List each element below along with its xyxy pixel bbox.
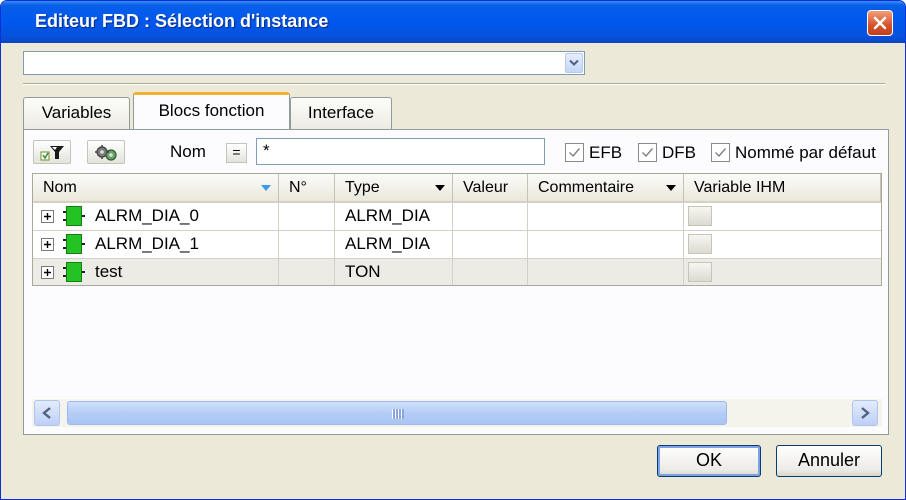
sort-down-icon (261, 185, 271, 191)
settings-button[interactable] (87, 140, 125, 164)
hmi-variable-button[interactable] (688, 234, 712, 254)
plus-icon (44, 241, 51, 248)
combo-dropdown-button[interactable] (565, 53, 583, 73)
efb-label: EFB (589, 143, 623, 162)
scroll-left-button[interactable] (34, 400, 60, 426)
title-bar[interactable]: Editeur FBD : Sélection d'instance (1, 1, 905, 43)
ok-button[interactable]: OK (657, 445, 761, 477)
column-header-commentaire-label: Commentaire (538, 179, 635, 196)
cell-number (279, 231, 335, 258)
expand-button[interactable] (41, 210, 54, 223)
table-row[interactable]: ALRM_DIA_1 ALRM_DIA (33, 231, 881, 259)
column-header-type-label: Type (345, 179, 380, 196)
table-row[interactable]: ALRM_DIA_0 ALRM_DIA (33, 203, 881, 231)
hmi-variable-button[interactable] (688, 262, 712, 282)
column-header-variable-ihm[interactable]: Variable IHM (684, 174, 881, 203)
tab-blocs-fonction-label: Blocs fonction (158, 101, 265, 120)
cell-value (453, 203, 528, 230)
cell-comment (528, 259, 684, 285)
cell-number (279, 203, 335, 230)
expand-button[interactable] (41, 266, 54, 279)
cell-type: TON (335, 259, 453, 285)
column-header-valeur-label: Valeur (463, 179, 509, 196)
table-row[interactable]: test TON (33, 259, 881, 285)
name-filter-input[interactable]: * (256, 138, 545, 165)
column-header-commentaire[interactable]: Commentaire (528, 174, 684, 203)
efb-checkbox[interactable] (565, 143, 584, 162)
filter-icon (40, 146, 64, 161)
function-block-icon (63, 234, 85, 254)
separator (23, 83, 885, 85)
dropdown-arrow-icon (435, 185, 445, 191)
function-block-icon (63, 262, 85, 282)
dfb-label: DFB (662, 143, 696, 162)
tab-interface[interactable]: Interface (290, 97, 392, 129)
default-named-label: Nommé par défaut (735, 143, 876, 162)
cancel-button[interactable]: Annuler (776, 445, 882, 477)
plus-icon (44, 269, 51, 276)
dialog-body: Variables Blocs fonction Interface Nom =… (5, 43, 901, 495)
tab-variables[interactable]: Variables (23, 97, 130, 129)
column-header-valeur[interactable]: Valeur (453, 174, 528, 203)
default-named-checkbox[interactable] (711, 143, 730, 162)
equals-button[interactable]: = (226, 143, 247, 163)
tab-variables-label: Variables (41, 103, 112, 122)
chevron-left-icon (42, 407, 51, 419)
grip-icon (392, 409, 404, 419)
tab-interface-label: Interface (307, 103, 375, 122)
name-filter-label: Nom (170, 142, 206, 161)
cell-name: ALRM_DIA_1 (33, 231, 279, 258)
chevron-right-icon (861, 407, 870, 419)
cell-name: ALRM_DIA_0 (33, 203, 279, 230)
cell-comment (528, 231, 684, 258)
instance-combo[interactable] (23, 51, 585, 75)
cell-variable-ihm (684, 259, 881, 285)
dfb-checkbox[interactable] (638, 143, 657, 162)
horizontal-scrollbar[interactable] (32, 399, 882, 427)
cell-number (279, 259, 335, 285)
hmi-variable-button[interactable] (688, 206, 712, 226)
gears-icon (95, 145, 117, 161)
check-icon (715, 148, 727, 158)
cell-variable-ihm (684, 203, 881, 230)
column-header-numero[interactable]: N° (279, 174, 335, 203)
plus-icon (44, 213, 51, 220)
window-title: Editeur FBD : Sélection d'instance (35, 11, 329, 31)
close-icon (873, 16, 887, 30)
cell-name: test (33, 259, 279, 285)
chevron-down-icon (569, 59, 579, 66)
cell-value (453, 231, 528, 258)
function-block-icon (63, 206, 85, 226)
expand-button[interactable] (41, 238, 54, 251)
cell-value (453, 259, 528, 285)
cell-type: ALRM_DIA (335, 203, 453, 230)
filter-button[interactable] (33, 140, 71, 164)
cell-type: ALRM_DIA (335, 231, 453, 258)
instances-grid: Nom N° Type Valeur Commentaire Variable … (32, 173, 882, 286)
check-icon (642, 148, 654, 158)
row-name: ALRM_DIA_0 (95, 206, 199, 225)
close-button[interactable] (867, 10, 893, 36)
check-icon (569, 148, 581, 158)
cell-comment (528, 203, 684, 230)
column-header-nom-label: Nom (43, 179, 77, 196)
column-header-nom[interactable]: Nom (33, 174, 279, 203)
tab-blocs-fonction[interactable]: Blocs fonction (133, 92, 290, 129)
column-header-numero-label: N° (289, 179, 307, 196)
column-header-variable-ihm-label: Variable IHM (694, 179, 786, 196)
row-name: test (95, 262, 123, 281)
scrollbar-thumb[interactable] (67, 401, 727, 425)
scroll-right-button[interactable] (852, 400, 878, 426)
row-name: ALRM_DIA_1 (95, 234, 199, 253)
dropdown-arrow-icon (666, 185, 676, 191)
cell-variable-ihm (684, 231, 881, 258)
column-header-type[interactable]: Type (335, 174, 453, 203)
instance-selection-dialog: Editeur FBD : Sélection d'instance Varia… (0, 0, 906, 500)
